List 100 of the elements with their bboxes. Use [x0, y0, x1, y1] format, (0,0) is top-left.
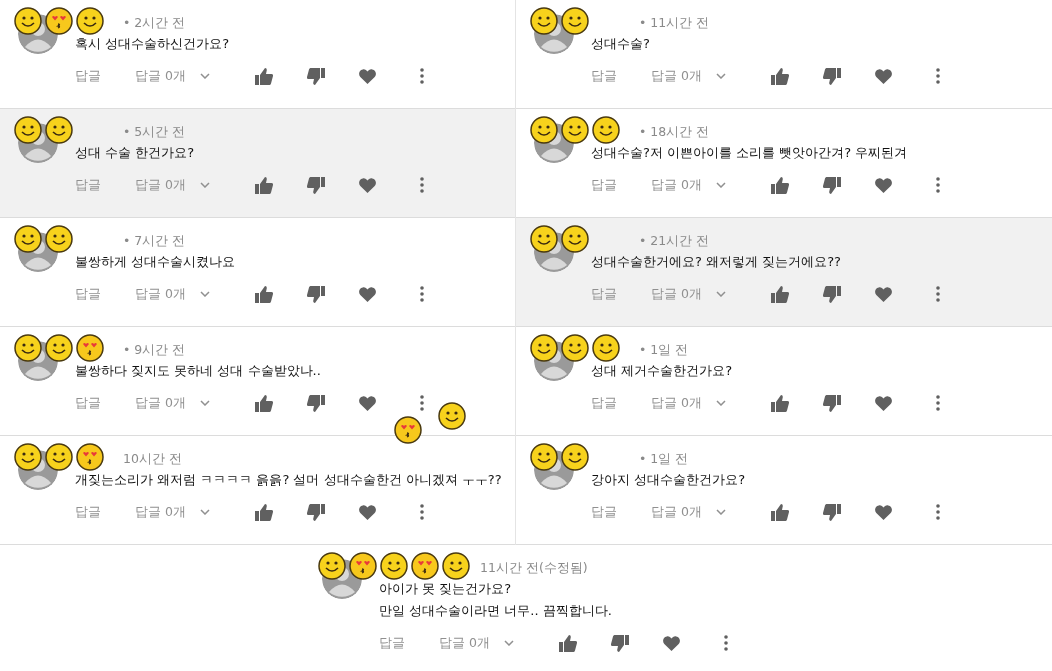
- comment-time: • 9시간 전: [123, 341, 186, 359]
- more-icon[interactable]: [935, 68, 940, 84]
- thumbs-down-icon[interactable]: [306, 176, 325, 194]
- comment-text: 만일 성대수술이라면 너무.. 끔찍합니다.: [379, 602, 612, 620]
- emoji-sticker-icon: [13, 333, 43, 363]
- heart-icon[interactable]: [874, 286, 892, 302]
- reply-button[interactable]: 답글: [75, 285, 135, 303]
- chevron-down-icon[interactable]: [503, 640, 514, 646]
- emoji-sticker-icon: [44, 442, 74, 472]
- thumbs-down-icon[interactable]: [610, 634, 629, 652]
- replies-button[interactable]: 답글 0개: [135, 394, 186, 412]
- thumbs-down-icon[interactable]: [822, 394, 841, 412]
- more-icon[interactable]: [935, 177, 940, 193]
- thumbs-up-icon[interactable]: [254, 176, 273, 194]
- heart-icon[interactable]: [358, 286, 376, 302]
- thumbs-up-icon[interactable]: [254, 67, 273, 85]
- emoji-sticker-icon: [317, 551, 347, 581]
- heart-icon[interactable]: [358, 504, 376, 520]
- thumbs-up-icon[interactable]: [770, 503, 789, 521]
- emoji-sticker-icon: [348, 551, 378, 581]
- replies-button[interactable]: 답글 0개: [135, 67, 186, 85]
- reply-button[interactable]: 답글: [591, 285, 651, 303]
- replies-button[interactable]: 답글 0개: [439, 634, 490, 652]
- more-icon[interactable]: [419, 68, 424, 84]
- more-icon[interactable]: [419, 177, 424, 193]
- reply-button[interactable]: 답글: [591, 394, 651, 412]
- thumbs-up-icon[interactable]: [254, 394, 273, 412]
- reply-button[interactable]: 답글: [75, 503, 135, 521]
- replies-button[interactable]: 답글 0개: [135, 176, 186, 194]
- emoji-sticker-icon: [560, 115, 590, 145]
- heart-icon[interactable]: [874, 395, 892, 411]
- comment-text: 성대 수술 한건가요?: [75, 144, 195, 162]
- thumbs-up-icon[interactable]: [254, 285, 273, 303]
- comment-text: 성대수술?저 이쁜아이를 소리를 뺏앗아간겨? 우찌된겨: [591, 144, 908, 162]
- thumbs-down-icon[interactable]: [822, 176, 841, 194]
- more-icon[interactable]: [935, 395, 940, 411]
- comment-text: 성대수술?: [591, 35, 650, 53]
- chevron-down-icon[interactable]: [199, 291, 210, 297]
- reply-button[interactable]: 답글: [379, 634, 439, 652]
- comment-time: • 18시간 전: [639, 123, 710, 141]
- thumbs-up-icon[interactable]: [770, 67, 789, 85]
- chevron-down-icon[interactable]: [199, 182, 210, 188]
- replies-button[interactable]: 답글 0개: [651, 285, 702, 303]
- heart-icon[interactable]: [358, 68, 376, 84]
- heart-icon[interactable]: [662, 635, 680, 651]
- chevron-down-icon[interactable]: [715, 73, 726, 79]
- comment-text: 불쌍하다 짖지도 못하네 성대 수술받았나..: [75, 362, 321, 380]
- more-icon[interactable]: [419, 286, 424, 302]
- chevron-down-icon[interactable]: [715, 400, 726, 406]
- chevron-down-icon[interactable]: [715, 182, 726, 188]
- emoji-sticker-icon: [529, 6, 559, 36]
- emoji-sticker-icon: [75, 442, 105, 472]
- reply-button[interactable]: 답글: [75, 67, 135, 85]
- replies-button[interactable]: 답글 0개: [135, 285, 186, 303]
- chevron-down-icon[interactable]: [199, 73, 210, 79]
- thumbs-down-icon[interactable]: [306, 67, 325, 85]
- replies-button[interactable]: 답글 0개: [651, 503, 702, 521]
- thumbs-up-icon[interactable]: [254, 503, 273, 521]
- comment-text: 아이가 못 짖는건가요?: [379, 580, 512, 598]
- comment-time: • 2시간 전: [123, 14, 186, 32]
- more-icon[interactable]: [935, 504, 940, 520]
- heart-icon[interactable]: [358, 177, 376, 193]
- thumbs-down-icon[interactable]: [822, 503, 841, 521]
- thumbs-up-icon[interactable]: [558, 634, 577, 652]
- replies-button[interactable]: 답글 0개: [135, 503, 186, 521]
- chevron-down-icon[interactable]: [715, 509, 726, 515]
- thumbs-up-icon[interactable]: [770, 285, 789, 303]
- reply-button[interactable]: 답글: [591, 67, 651, 85]
- more-icon[interactable]: [419, 395, 424, 411]
- more-icon[interactable]: [935, 286, 940, 302]
- replies-button[interactable]: 답글 0개: [651, 67, 702, 85]
- reply-button[interactable]: 답글: [591, 503, 651, 521]
- heart-icon[interactable]: [874, 177, 892, 193]
- thumbs-down-icon[interactable]: [822, 67, 841, 85]
- emoji-sticker-icon: [560, 442, 590, 472]
- thumbs-down-icon[interactable]: [306, 503, 325, 521]
- more-icon[interactable]: [723, 635, 728, 651]
- reply-button[interactable]: 답글: [591, 176, 651, 194]
- replies-button[interactable]: 답글 0개: [651, 176, 702, 194]
- chevron-down-icon[interactable]: [199, 400, 210, 406]
- thumbs-down-icon[interactable]: [822, 285, 841, 303]
- chevron-down-icon[interactable]: [199, 509, 210, 515]
- heart-icon[interactable]: [358, 395, 376, 411]
- thumbs-up-icon[interactable]: [770, 176, 789, 194]
- thumbs-up-icon[interactable]: [770, 394, 789, 412]
- more-icon[interactable]: [419, 504, 424, 520]
- emoji-sticker-icon: [591, 115, 621, 145]
- emoji-sticker-icon: [591, 333, 621, 363]
- thumbs-down-icon[interactable]: [306, 394, 325, 412]
- reply-button[interactable]: 답글: [75, 176, 135, 194]
- emoji-sticker-icon: [437, 401, 467, 431]
- heart-icon[interactable]: [874, 68, 892, 84]
- heart-icon[interactable]: [874, 504, 892, 520]
- thumbs-down-icon[interactable]: [306, 285, 325, 303]
- emoji-sticker-icon: [75, 6, 105, 36]
- reply-button[interactable]: 답글: [75, 394, 135, 412]
- comment-text: 개짖는소리가 왜저럼 ㅋㅋㅋㅋ 읅읅? 설머 성대수술한건 아니겠져 ㅜㅜ??: [75, 471, 502, 489]
- chevron-down-icon[interactable]: [715, 291, 726, 297]
- emoji-sticker-icon: [529, 442, 559, 472]
- replies-button[interactable]: 답글 0개: [651, 394, 702, 412]
